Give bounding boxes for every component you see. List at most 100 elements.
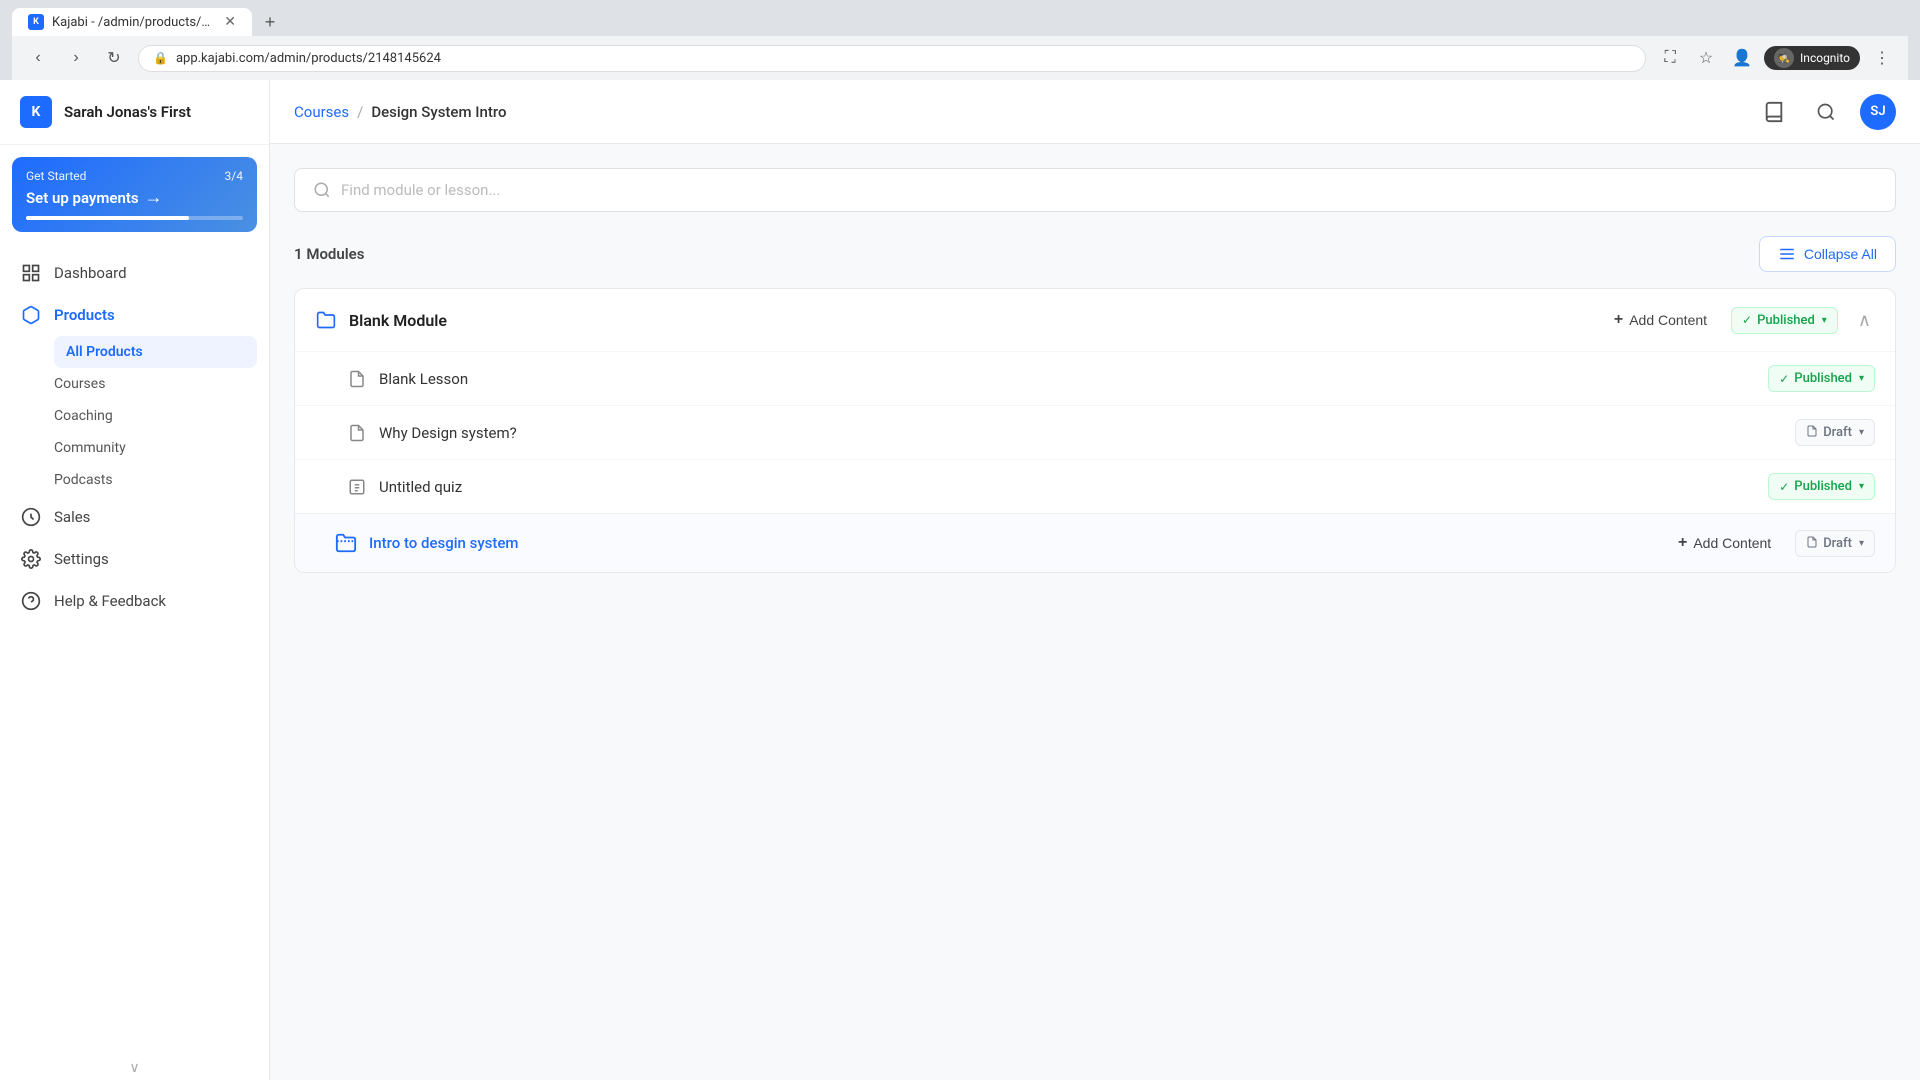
module-status-label: Published: [1757, 313, 1815, 328]
forward-button[interactable]: ›: [62, 44, 90, 72]
lesson-title: Why Design system?: [379, 424, 1783, 442]
lesson-status-label: Draft: [1823, 425, 1852, 440]
search-button[interactable]: [1808, 94, 1844, 130]
lesson-doc-icon: [347, 369, 367, 389]
modules-list: Blank Module + Add Content ✓ Published ▾…: [294, 288, 1896, 573]
folder-icon: [315, 309, 337, 331]
modules-header: 1 Modules Collapse All: [294, 236, 1896, 272]
search-container: Find module or lesson...: [294, 168, 1896, 212]
add-content-button-module[interactable]: + Add Content: [1602, 305, 1719, 335]
scroll-chevron-icon: ∨: [129, 1060, 139, 1076]
sidebar-item-all-products[interactable]: All Products: [54, 336, 257, 368]
incognito-label: Incognito: [1800, 51, 1850, 65]
sub-module-status-badge[interactable]: Draft ▾: [1795, 530, 1875, 557]
products-label: Products: [54, 306, 115, 324]
check-icon: ✓: [1779, 480, 1789, 494]
sidebar-item-community[interactable]: Community: [54, 432, 269, 464]
lesson-status-label: Published: [1794, 479, 1852, 494]
bookmark-icon[interactable]: ☆: [1692, 44, 1720, 72]
sidebar-item-help[interactable]: Help & Feedback: [0, 580, 269, 622]
sidebar-item-courses[interactable]: Courses: [54, 368, 269, 400]
sub-module-status-label: Draft: [1823, 536, 1852, 551]
add-content-button-sub-module[interactable]: + Add Content: [1666, 528, 1783, 558]
sub-module-row: Intro to desgin system + Add Content Dra…: [295, 513, 1895, 572]
app-logo: K: [20, 96, 52, 128]
main-content: Courses / Design System Intro SJ Find: [270, 80, 1920, 1080]
status-chevron-icon: ▾: [1822, 315, 1827, 326]
collapse-all-button[interactable]: Collapse All: [1759, 236, 1896, 272]
dashboard-icon: [20, 262, 42, 284]
settings-icon: [20, 548, 42, 570]
check-icon: ✓: [1779, 372, 1789, 386]
sidebar-item-coaching[interactable]: Coaching: [54, 400, 269, 432]
sidebar-item-products[interactable]: Products: [0, 294, 269, 336]
sidebar: K Sarah Jonas's First Get Started 3/4 Se…: [0, 80, 270, 1080]
get-started-banner[interactable]: Get Started 3/4 Set up payments →: [12, 157, 257, 232]
new-tab-button[interactable]: +: [256, 8, 284, 36]
products-icon: [20, 304, 42, 326]
check-icon: ✓: [1742, 313, 1752, 327]
sidebar-nav: Dashboard Products All Products Courses …: [0, 244, 269, 1056]
address-bar[interactable]: 🔒 app.kajabi.com/admin/products/21481456…: [138, 45, 1646, 72]
module-header: Blank Module + Add Content ✓ Published ▾…: [295, 289, 1895, 351]
draft-doc-icon: [1806, 425, 1818, 440]
sidebar-item-dashboard[interactable]: Dashboard: [0, 252, 269, 294]
status-chevron-icon: ▾: [1859, 538, 1864, 549]
content-area: Find module or lesson... 1 Modules Colla…: [270, 144, 1920, 1080]
scroll-indicator: ∨: [0, 1056, 269, 1080]
lesson-row: Untitled quiz ✓ Published ▾: [295, 459, 1895, 513]
tab-favicon: K: [28, 14, 44, 30]
module-expand-button[interactable]: ∧: [1854, 306, 1875, 335]
lesson-doc-icon: [347, 423, 367, 443]
get-started-label: Get Started: [26, 169, 86, 183]
incognito-avatar: 🕵: [1774, 48, 1794, 68]
progress-bar-track: [26, 216, 243, 220]
lesson-status-badge[interactable]: ✓ Published ▾: [1768, 365, 1875, 392]
search-placeholder: Find module or lesson...: [341, 181, 500, 199]
add-content-label-sub: Add Content: [1693, 535, 1771, 551]
lesson-title: Untitled quiz: [379, 478, 1756, 496]
draft-doc-icon: [1806, 536, 1818, 551]
user-avatar[interactable]: SJ: [1860, 94, 1896, 130]
lesson-row: Blank Lesson ✓ Published ▾: [295, 351, 1895, 405]
settings-label: Settings: [54, 550, 109, 568]
get-started-progress: 3/4: [225, 169, 243, 183]
more-options-btn[interactable]: ⋮: [1868, 44, 1896, 72]
search-bar[interactable]: Find module or lesson...: [294, 168, 1896, 212]
help-label: Help & Feedback: [54, 592, 166, 610]
breadcrumb-current: Design System Intro: [371, 103, 506, 121]
quiz-icon: [347, 477, 367, 497]
back-button[interactable]: ‹: [24, 44, 52, 72]
profile-icon[interactable]: 👤: [1728, 44, 1756, 72]
sidebar-item-podcasts[interactable]: Podcasts: [54, 464, 269, 496]
refresh-button[interactable]: ↻: [100, 44, 128, 72]
active-tab[interactable]: K Kajabi - /admin/products/21481... ✕: [12, 8, 252, 36]
status-chevron-icon: ▾: [1859, 481, 1864, 492]
lesson-title: Blank Lesson: [379, 370, 1756, 388]
sidebar-item-settings[interactable]: Settings: [0, 538, 269, 580]
brand-name: Sarah Jonas's First: [64, 103, 191, 121]
browser-chrome: K Kajabi - /admin/products/21481... ✕ + …: [0, 0, 1920, 80]
sales-icon: [20, 506, 42, 528]
lesson-row: Why Design system? Draft ▾: [295, 405, 1895, 459]
topbar-actions: SJ: [1756, 94, 1896, 130]
sub-module-title: Intro to desgin system: [369, 534, 1654, 552]
sales-label: Sales: [54, 508, 90, 526]
module-row: Blank Module + Add Content ✓ Published ▾…: [295, 289, 1895, 572]
collapse-all-label: Collapse All: [1804, 246, 1877, 262]
modules-count: 1 Modules: [294, 245, 364, 263]
module-status-badge[interactable]: ✓ Published ▾: [1731, 307, 1838, 334]
products-sub-nav: All Products Courses Coaching Community …: [0, 336, 269, 496]
sidebar-item-sales[interactable]: Sales: [0, 496, 269, 538]
topbar: Courses / Design System Intro SJ: [270, 80, 1920, 144]
tab-close-btn[interactable]: ✕: [224, 14, 236, 30]
add-content-label: Add Content: [1629, 312, 1707, 328]
progress-bar-fill: [26, 216, 189, 220]
breadcrumb-parent-link[interactable]: Courses: [294, 103, 349, 121]
book-icon-button[interactable]: [1756, 94, 1792, 130]
lesson-status-badge[interactable]: Draft ▾: [1795, 419, 1875, 446]
sub-module-header: Intro to desgin system + Add Content Dra…: [295, 514, 1895, 572]
screen-share-icon[interactable]: ⛶: [1656, 44, 1684, 72]
url-text: app.kajabi.com/admin/products/2148145624: [176, 51, 441, 66]
lesson-status-badge[interactable]: ✓ Published ▾: [1768, 473, 1875, 500]
